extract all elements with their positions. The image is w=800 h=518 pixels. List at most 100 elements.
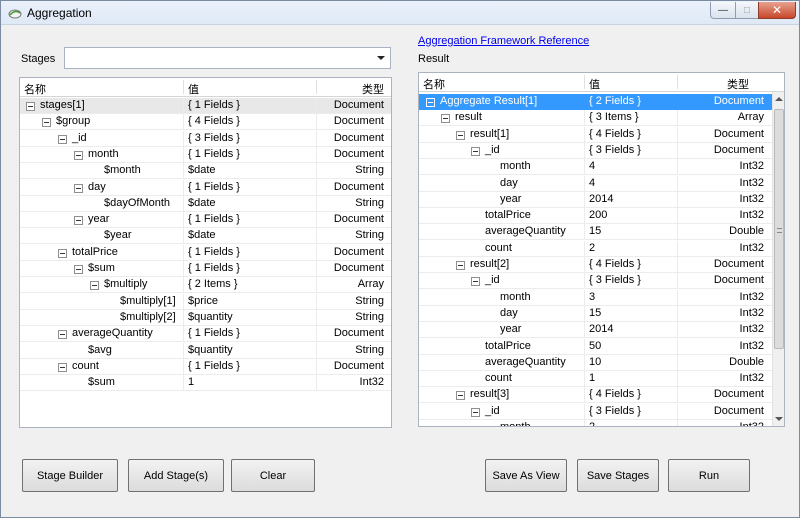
column-divider[interactable] bbox=[316, 80, 317, 94]
column-divider[interactable] bbox=[584, 75, 585, 89]
column-header-type[interactable]: 类型 bbox=[362, 81, 384, 97]
tree-row[interactable]: $dayOfMonth $date String bbox=[20, 195, 391, 212]
column-header-name[interactable]: 名称 bbox=[24, 81, 46, 97]
add-stages-button[interactable]: Add Stage(s) bbox=[128, 459, 224, 492]
scroll-down-icon[interactable] bbox=[775, 417, 783, 421]
tree-row[interactable]: month 2 Int32 bbox=[419, 420, 784, 426]
tree-row[interactable]: _id { 3 Fields } Document bbox=[419, 403, 784, 420]
collapse-toggle-icon[interactable] bbox=[456, 130, 465, 140]
tree-row[interactable]: _id { 3 Fields } Document bbox=[419, 142, 784, 159]
column-header-type[interactable]: 类型 bbox=[727, 76, 749, 92]
stages-tree-grid[interactable]: 名称 值 类型 stages[1]{ 1 Fields } Document $gr… bbox=[19, 77, 392, 428]
cell-divider bbox=[677, 126, 678, 143]
tree-row-value: 3 bbox=[589, 290, 596, 303]
tree-row[interactable]: day { 1 Fields } Document bbox=[20, 179, 391, 196]
tree-row[interactable]: _id { 3 Fields } Document bbox=[419, 273, 784, 290]
aggregation-framework-reference-link[interactable]: Aggregation Framework Reference bbox=[418, 35, 589, 47]
result-tree-grid[interactable]: 名称 值 类型 Aggregate Result[1] { 2 Fields } D… bbox=[418, 72, 785, 427]
collapse-toggle-icon[interactable] bbox=[74, 150, 83, 160]
tree-row[interactable]: year { 1 Fields } Document bbox=[20, 212, 391, 229]
tree-row[interactable]: result[2] { 4 Fields } Document bbox=[419, 257, 784, 273]
tree-row[interactable]: count { 1 Fields } Document bbox=[20, 358, 391, 375]
collapse-toggle-icon[interactable] bbox=[471, 146, 480, 156]
tree-row[interactable]: totalPrice { 1 Fields } Document bbox=[20, 244, 391, 261]
column-header-value[interactable]: 值 bbox=[589, 76, 600, 92]
tree-row-type: Document bbox=[333, 131, 384, 144]
tree-row[interactable]: $multiply { 2 Items } Array bbox=[20, 277, 391, 294]
collapse-toggle-icon[interactable] bbox=[471, 407, 480, 417]
tree-row[interactable]: totalPrice 50 Int32 bbox=[419, 338, 784, 355]
collapse-toggle-icon[interactable] bbox=[42, 118, 51, 128]
tree-row-value: 15 bbox=[589, 225, 602, 238]
maximize-button[interactable]: □ bbox=[735, 2, 759, 19]
tree-row[interactable]: $month $date String bbox=[20, 163, 391, 180]
tree-row[interactable]: month 4 Int32 bbox=[419, 159, 784, 176]
tree-row-value: { 1 Fields } bbox=[188, 262, 240, 274]
minimize-button[interactable]: — bbox=[710, 2, 736, 19]
save-stages-button[interactable]: Save Stages bbox=[577, 459, 659, 492]
column-header-name[interactable]: 名称 bbox=[423, 76, 445, 92]
collapse-toggle-icon[interactable] bbox=[456, 391, 465, 401]
save-as-view-button[interactable]: Save As View bbox=[485, 459, 567, 492]
tree-row[interactable]: averageQuantity 10 Double bbox=[419, 354, 784, 371]
tree-row[interactable]: month { 1 Fields } Document bbox=[20, 146, 391, 163]
cell-divider bbox=[584, 208, 585, 225]
tree-row[interactable]: day 4 Int32 bbox=[419, 175, 784, 192]
collapse-toggle-icon[interactable] bbox=[90, 281, 99, 291]
tree-row[interactable]: averageQuantity { 1 Fields } Document bbox=[20, 326, 391, 343]
collapse-toggle-icon[interactable] bbox=[26, 102, 35, 111]
clear-button[interactable]: Clear bbox=[231, 459, 315, 492]
tree-row-type: Document bbox=[333, 262, 384, 274]
result-label: Result bbox=[418, 53, 450, 65]
tree-row[interactable]: totalPrice 200 Int32 bbox=[419, 208, 784, 225]
collapse-toggle-icon[interactable] bbox=[74, 183, 83, 193]
cell-divider bbox=[584, 371, 585, 388]
collapse-toggle-icon[interactable] bbox=[58, 362, 67, 372]
tree-row[interactable]: year 2014 Int32 bbox=[419, 322, 784, 339]
collapse-toggle-icon[interactable] bbox=[74, 216, 83, 226]
collapse-toggle-icon[interactable] bbox=[441, 114, 450, 124]
tree-row[interactable]: count 1 Int32 bbox=[419, 371, 784, 388]
tree-row[interactable]: result[1] { 4 Fields } Document bbox=[419, 126, 784, 143]
collapse-toggle-icon[interactable] bbox=[58, 134, 67, 144]
tree-row[interactable]: $multiply[2] $quantity String bbox=[20, 309, 391, 326]
tree-row[interactable]: stages[1] { 1 Fields } Document bbox=[20, 98, 391, 114]
tree-row[interactable]: averageQuantity 15 Double bbox=[419, 224, 784, 241]
collapse-toggle-icon[interactable] bbox=[471, 277, 480, 287]
tree-row[interactable]: result { 3 Items } Array bbox=[419, 110, 784, 127]
collapse-toggle-icon[interactable] bbox=[456, 261, 465, 270]
tree-row[interactable]: $sum { 1 Fields } Document bbox=[20, 261, 391, 277]
tree-row[interactable]: day 15 Int32 bbox=[419, 305, 784, 322]
scrollbar-thumb[interactable] bbox=[774, 109, 784, 349]
cell-divider bbox=[584, 240, 585, 257]
collapse-toggle-icon[interactable] bbox=[74, 265, 83, 274]
tree-row[interactable]: $sum 1 Int32 bbox=[20, 375, 391, 392]
collapse-toggle-icon[interactable] bbox=[58, 330, 67, 340]
result-scrollbar[interactable] bbox=[772, 92, 784, 426]
run-button[interactable]: Run bbox=[668, 459, 750, 492]
tree-row[interactable]: Aggregate Result[1] { 2 Fields } Document bbox=[419, 94, 784, 110]
column-header-value[interactable]: 值 bbox=[188, 81, 199, 97]
collapse-toggle-icon[interactable] bbox=[58, 248, 67, 258]
tree-row[interactable]: $avg $quantity String bbox=[20, 342, 391, 359]
tree-row-value: { 3 Fields } bbox=[188, 131, 240, 144]
tree-row-type: Document bbox=[333, 245, 384, 258]
tree-row[interactable]: month 3 Int32 bbox=[419, 289, 784, 306]
column-divider[interactable] bbox=[183, 80, 184, 94]
tree-row[interactable]: result[3] { 4 Fields } Document bbox=[419, 387, 784, 404]
close-button[interactable]: ✕ bbox=[758, 2, 796, 19]
tree-row-name: $dayOfMonth bbox=[104, 196, 171, 209]
cell-divider bbox=[183, 114, 184, 131]
tree-row[interactable]: _id { 3 Fields } Document bbox=[20, 130, 391, 147]
stages-dropdown[interactable] bbox=[64, 47, 391, 69]
tree-row[interactable]: $multiply[1] $price String bbox=[20, 293, 391, 310]
tree-row[interactable]: year 2014 Int32 bbox=[419, 191, 784, 208]
tree-row[interactable]: count 2 Int32 bbox=[419, 240, 784, 257]
tree-row-name: $group bbox=[56, 115, 91, 128]
scroll-up-icon[interactable] bbox=[775, 97, 783, 101]
tree-row[interactable]: $group { 4 Fields } Document bbox=[20, 114, 391, 131]
tree-row[interactable]: $year $date String bbox=[20, 228, 391, 245]
stage-builder-button[interactable]: Stage Builder bbox=[22, 459, 118, 492]
column-divider[interactable] bbox=[677, 75, 678, 89]
collapse-toggle-icon[interactable] bbox=[426, 98, 435, 107]
